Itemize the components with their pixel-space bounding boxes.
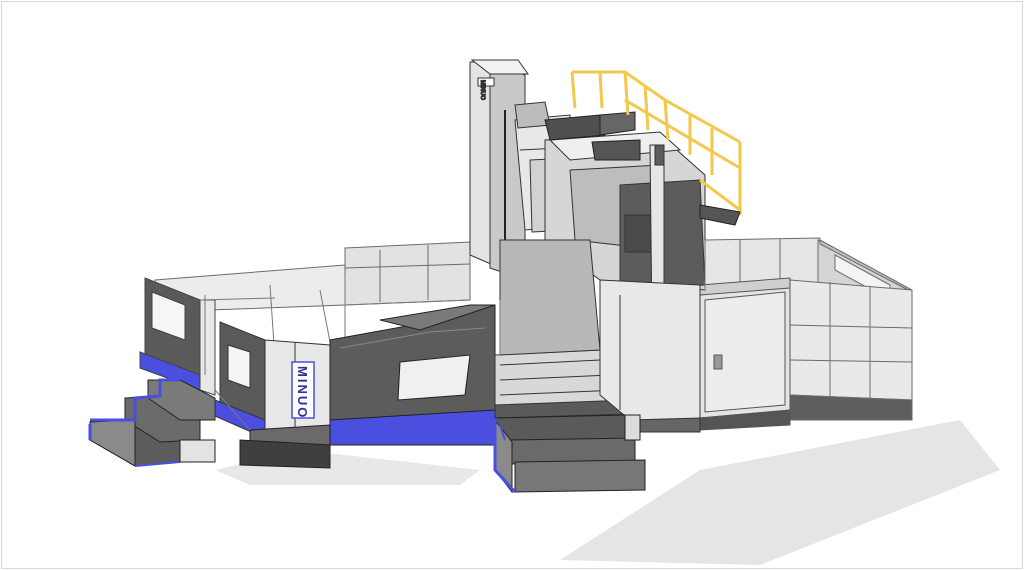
front-guard-window (329, 304, 496, 421)
brand-label: MINUO (295, 366, 310, 419)
railing-floor (699, 204, 741, 226)
column-label: MINUO (479, 80, 485, 100)
gantry-machine-model[interactable]: MINUO MINUO (0, 0, 1024, 570)
electrical-cabinet (699, 277, 791, 431)
cad-viewport[interactable]: MINUO MINUO (0, 0, 1024, 570)
front-staircase[interactable] (493, 414, 646, 494)
brand-badge: MINUO (291, 361, 315, 419)
left-staircase[interactable] (88, 378, 216, 467)
